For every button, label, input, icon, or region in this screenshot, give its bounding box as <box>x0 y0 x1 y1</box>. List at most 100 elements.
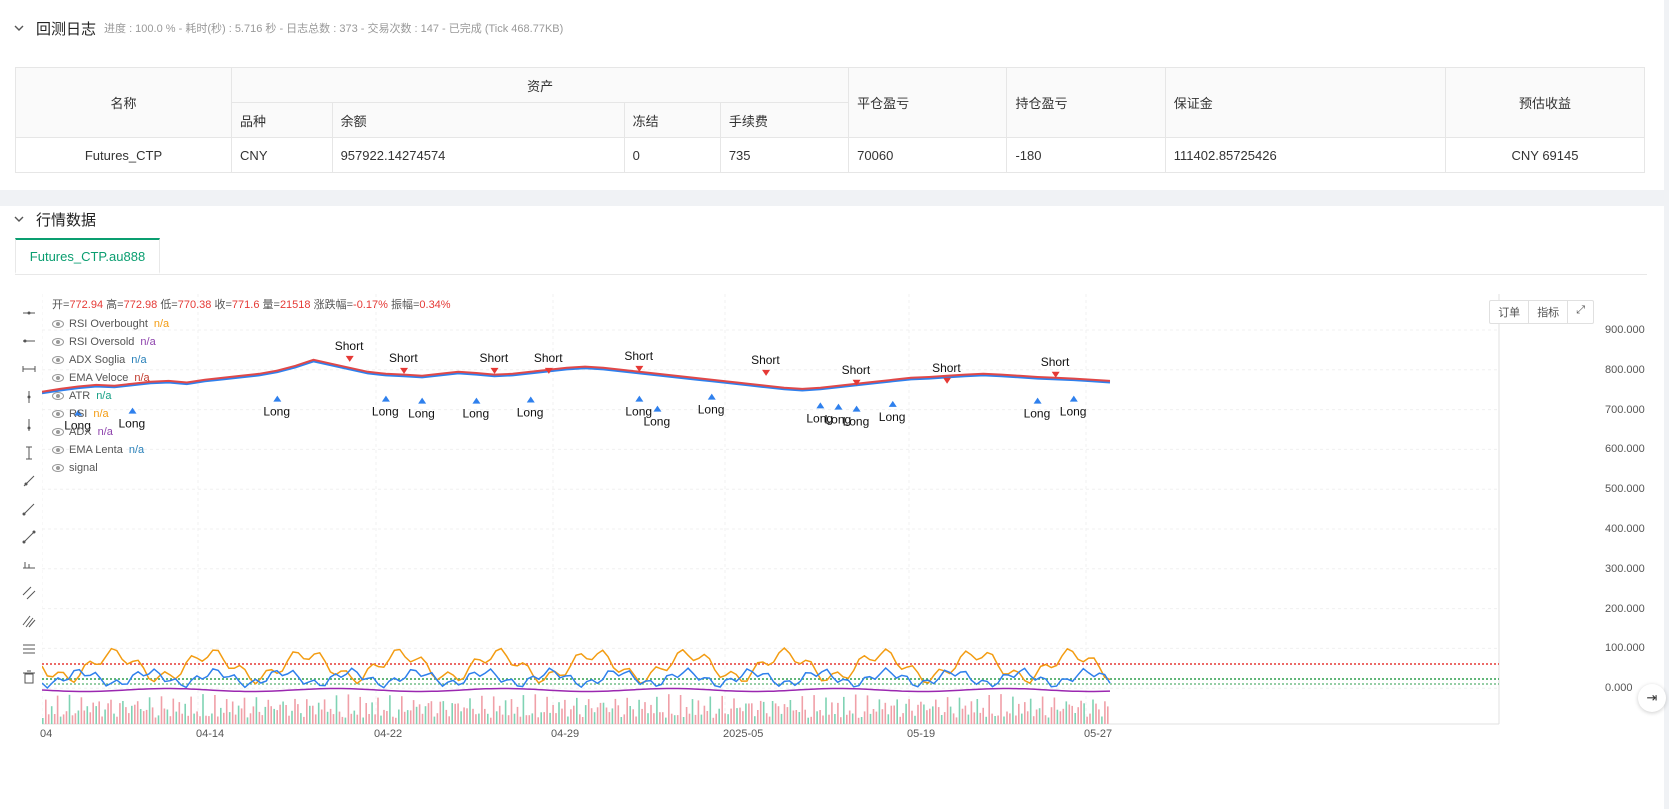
arrow-to-end-icon: ⇥ <box>1646 690 1658 705</box>
volume-bar <box>937 707 940 724</box>
volume-bar <box>961 708 964 724</box>
volume-bar <box>688 713 691 724</box>
volume-bar <box>917 704 919 724</box>
y-tick-label: 400.000 <box>1605 523 1645 535</box>
volume-bar <box>472 708 474 724</box>
high-value: 772.98 <box>123 299 158 311</box>
legend-item[interactable]: signal <box>52 459 169 477</box>
legend-item[interactable]: EMA Veloce n/a <box>52 369 169 387</box>
volume-bar <box>709 696 712 724</box>
price-line-icon[interactable] <box>18 554 40 576</box>
horizontal-segment-icon[interactable] <box>18 358 40 380</box>
volume-bar <box>157 715 160 724</box>
fibonacci-icon[interactable] <box>18 610 40 632</box>
volume-bar <box>762 701 765 724</box>
legend-item[interactable]: RSI Oversold n/a <box>52 333 169 351</box>
chevron-down-icon[interactable] <box>14 23 24 33</box>
horizontal-ray-icon[interactable] <box>18 302 40 324</box>
market-data-header[interactable]: 行情数据 <box>14 209 96 229</box>
indicator-button[interactable]: 指标 <box>1529 301 1569 323</box>
x-tick-label: 04-14 <box>196 728 225 740</box>
volume-bar <box>786 707 789 724</box>
volume-bar <box>754 716 756 724</box>
volume-bar <box>65 711 68 724</box>
vertical-ray-icon[interactable] <box>18 414 40 436</box>
price-chart[interactable]: Long Long Long Long Long Long Long Long Long Long… <box>42 294 1597 794</box>
close-label: 收= <box>214 299 232 311</box>
volume-bar <box>531 713 534 724</box>
volume-bar <box>958 697 961 724</box>
parallel-channel-icon[interactable] <box>18 582 40 604</box>
volume-bar <box>430 701 433 724</box>
trash-icon[interactable] <box>18 666 40 688</box>
long-signal-label: Long <box>263 405 290 419</box>
volume-bar <box>134 704 136 724</box>
volume-bar <box>626 697 628 724</box>
volume-bar <box>214 695 216 724</box>
order-button[interactable]: 订单 <box>1490 301 1530 323</box>
volume-bar <box>834 714 836 724</box>
volume-bar <box>700 714 703 724</box>
open-label: 开= <box>52 299 70 311</box>
legend-item[interactable]: EMA Lenta n/a <box>52 441 169 459</box>
volume-bar <box>415 706 418 724</box>
volume-bar <box>721 695 723 724</box>
short-signal-marker <box>762 369 771 376</box>
horizontal-levels-icon[interactable] <box>18 638 40 660</box>
volume-bar <box>813 695 815 724</box>
eye-icon[interactable] <box>52 392 64 400</box>
scroll-to-latest-button[interactable]: ⇥ <box>1638 684 1666 712</box>
volume-bar <box>584 705 587 724</box>
eye-icon[interactable] <box>52 464 64 472</box>
volume-bar <box>765 713 768 724</box>
volume-bar <box>507 715 510 724</box>
volume-bar <box>1050 707 1053 724</box>
volume-bar <box>312 705 314 724</box>
col-name: 名称 <box>14 67 233 138</box>
volume-bar <box>662 712 664 724</box>
legend-item[interactable]: ADX Soglia n/a <box>52 351 169 369</box>
volume-bar <box>843 696 845 724</box>
legend-item[interactable]: ADX n/a <box>52 423 169 441</box>
volume-bar <box>252 706 255 724</box>
eye-icon[interactable] <box>52 320 64 328</box>
segment-line-icon[interactable] <box>18 526 40 548</box>
volume-bar <box>872 709 875 724</box>
volume-bar <box>564 699 566 724</box>
volume-bar <box>448 716 450 724</box>
volume-bar <box>237 705 240 724</box>
legend-item[interactable]: RSI n/a <box>52 405 169 423</box>
backtest-log-header[interactable]: 回测日志 进度 : 100.0 % - 耗时(秒) : 5.716 秒 - 日志… <box>14 18 563 38</box>
cell-symbol: CNY <box>231 137 333 173</box>
horizontal-line-icon[interactable] <box>18 330 40 352</box>
eye-icon[interactable] <box>52 356 64 364</box>
eye-icon[interactable] <box>52 338 64 346</box>
eye-icon[interactable] <box>52 428 64 436</box>
volume-bar <box>694 714 697 724</box>
volume-bar <box>193 713 195 724</box>
fullscreen-icon[interactable]: ⤢ <box>1568 301 1593 323</box>
ray-line-icon[interactable] <box>18 498 40 520</box>
vertical-segment-icon[interactable] <box>18 442 40 464</box>
eye-icon[interactable] <box>52 374 64 382</box>
tab-futures-ctp-au888[interactable]: Futures_CTP.au888 <box>15 238 160 274</box>
volume-bar <box>338 711 341 724</box>
volume-bar <box>223 712 225 724</box>
vertical-line-icon[interactable] <box>18 386 40 408</box>
volume-bar <box>83 710 86 724</box>
legend-item[interactable]: ATR n/a <box>52 387 169 405</box>
long-signal-marker <box>707 393 716 400</box>
volume-bar <box>540 712 542 724</box>
long-signal-marker <box>834 403 843 410</box>
volume-bar <box>371 702 373 724</box>
volume-bar <box>967 714 970 724</box>
long-signal-marker <box>418 397 427 404</box>
eye-icon[interactable] <box>52 446 64 454</box>
trend-line-icon[interactable] <box>18 470 40 492</box>
volume-bar <box>344 717 347 724</box>
eye-icon[interactable] <box>52 410 64 418</box>
chevron-down-icon[interactable] <box>14 214 24 224</box>
volume-bar <box>1077 707 1079 724</box>
legend-item[interactable]: RSI Overbought n/a <box>52 315 169 333</box>
volume-bar <box>1107 706 1109 724</box>
